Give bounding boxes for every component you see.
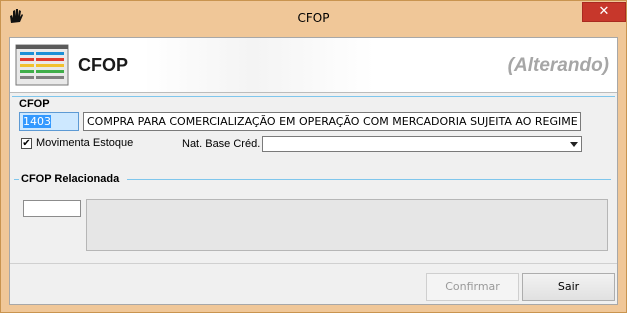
related-description-box bbox=[86, 199, 608, 251]
group-line-right bbox=[127, 179, 611, 180]
mode-indicator: (Alterando) bbox=[507, 55, 609, 76]
cfop-description-input[interactable]: COMPRA PARA COMERCIALIZAÇÃO EM OPERAÇÃO … bbox=[83, 112, 581, 131]
header-title: CFOP bbox=[78, 55, 129, 75]
footer-separator bbox=[10, 263, 617, 264]
nat-base-cred-label: Nat. Base Créd. bbox=[182, 138, 261, 150]
cfop-relacionada-label: CFOP Relacionada bbox=[21, 173, 120, 185]
movimenta-estoque-label: Movimenta Estoque bbox=[36, 137, 134, 149]
exit-button[interactable]: Sair bbox=[522, 273, 615, 301]
related-code-input[interactable] bbox=[23, 200, 81, 217]
title-bar[interactable]: CFOP ✕ bbox=[1, 1, 626, 37]
group-line-left bbox=[14, 179, 19, 180]
nat-base-cred-select[interactable] bbox=[262, 136, 582, 152]
chevron-down-icon[interactable] bbox=[570, 142, 578, 147]
window-title: CFOP bbox=[297, 11, 330, 25]
accent-divider bbox=[12, 96, 615, 97]
cfop-code-input[interactable]: 1403 bbox=[19, 112, 79, 131]
cfop-code-value: 1403 bbox=[23, 115, 51, 128]
cfop-label: CFOP bbox=[19, 98, 50, 110]
client-area: CFOP (Alterando) CFOP 1403 COMPRA PARA C… bbox=[9, 37, 618, 305]
header-panel: CFOP (Alterando) bbox=[10, 38, 617, 93]
confirm-button[interactable]: Confirmar bbox=[426, 273, 519, 301]
cfop-window: CFOP ✕ CFOP (Alterando) CFOP 1403 COMPRA… bbox=[0, 0, 627, 313]
close-button[interactable]: ✕ bbox=[582, 2, 626, 22]
movimenta-estoque-checkbox[interactable]: ✔ bbox=[21, 138, 32, 149]
table-icon bbox=[15, 44, 69, 86]
